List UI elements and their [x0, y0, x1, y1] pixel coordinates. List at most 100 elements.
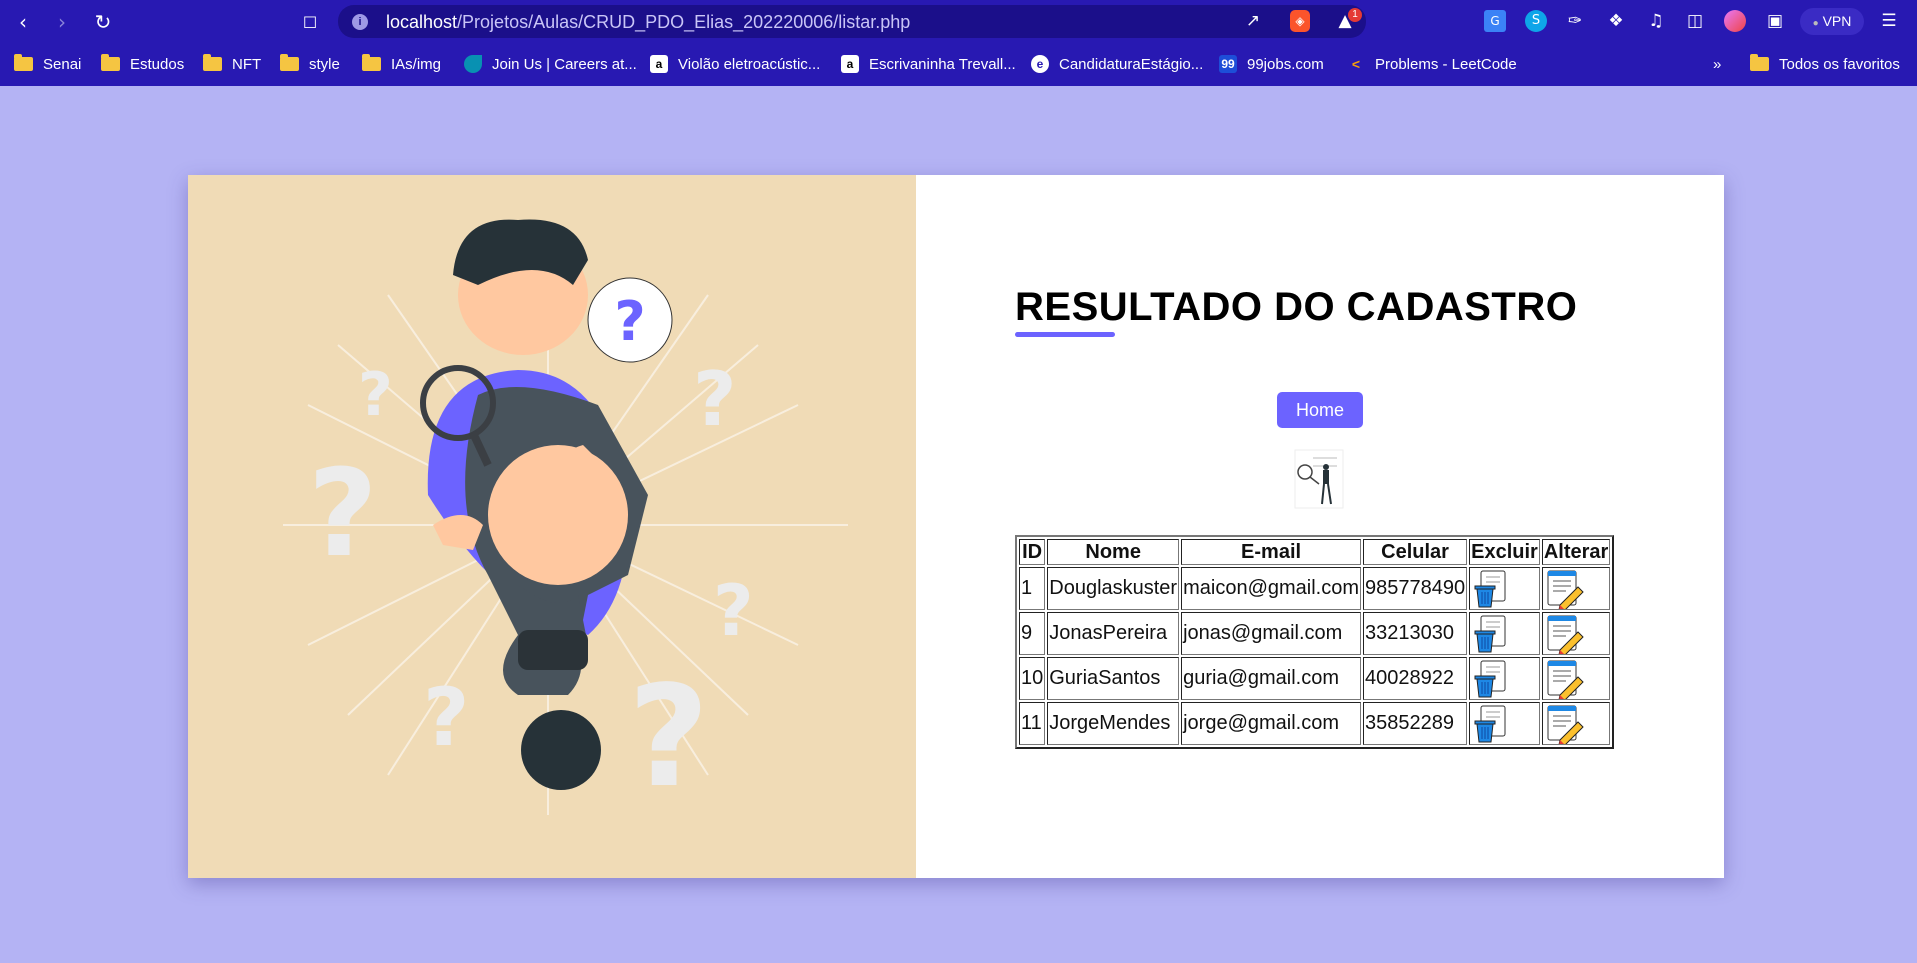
edit-cell — [1541, 567, 1611, 610]
bookmark-violao[interactable]: a Violão eletroacústic... — [650, 54, 820, 74]
edit-icon[interactable] — [1544, 569, 1586, 609]
cell-celular: 33213030 — [1363, 612, 1468, 655]
header-excluir: Excluir — [1469, 539, 1540, 565]
cell-email: jonas@gmail.com — [1181, 612, 1362, 655]
page-title: RESULTADO DO CADASTRO — [1015, 285, 1578, 329]
cell-nome: Douglaskuster — [1047, 567, 1180, 610]
bookmark-style[interactable]: style — [280, 54, 340, 74]
translate-icon[interactable]: G — [1484, 10, 1506, 32]
extensions-icon[interactable]: ❖ — [1605, 10, 1627, 32]
cell-nome: GuriaSantos — [1047, 657, 1180, 700]
cell-id: 9 — [1019, 612, 1046, 655]
bookmarks-bar: Senai Estudos NFT style IAs/img Join Us … — [0, 43, 1917, 86]
results-panel: RESULTADO DO CADASTRO Home ID Nome E-mai… — [916, 175, 1724, 878]
bookmark-ias-img[interactable]: IAs/img — [362, 54, 441, 74]
edit-icon[interactable] — [1544, 614, 1586, 654]
reload-icon[interactable]: ↻ — [89, 8, 117, 36]
cell-id: 1 — [1019, 567, 1046, 610]
svg-text:?: ? — [308, 445, 378, 584]
bookmark-leetcode[interactable]: < Problems - LeetCode — [1347, 54, 1517, 74]
results-table: ID Nome E-mail Celular Excluir Alterar 1… — [1015, 535, 1615, 749]
svg-text:?: ? — [614, 290, 645, 353]
curious-man-illustration: ? ? ? ? ? ? ? — [283, 219, 848, 819]
header-alterar: Alterar — [1541, 539, 1611, 565]
site-icon: e — [1031, 55, 1049, 73]
edit-icon[interactable] — [1544, 659, 1586, 699]
site-icon — [464, 55, 482, 73]
table-row: 9 JonasPereira jonas@gmail.com 33213030 — [1019, 612, 1611, 655]
brave-shields-icon[interactable]: ◈ — [1290, 10, 1310, 32]
table-header-row: ID Nome E-mail Celular Excluir Alterar — [1019, 539, 1611, 565]
bookmark-candidatura[interactable]: e CandidaturaEstágio... — [1031, 54, 1203, 74]
site-icon: 99 — [1219, 55, 1237, 73]
svg-text:?: ? — [693, 355, 737, 443]
delete-cell — [1469, 702, 1540, 745]
cell-id: 11 — [1019, 702, 1046, 745]
home-button[interactable]: Home — [1277, 392, 1363, 428]
profile-avatar[interactable] — [1724, 10, 1746, 32]
delete-cell — [1469, 612, 1540, 655]
cell-celular: 40028922 — [1363, 657, 1468, 700]
sidebar-icon[interactable]: ◫ — [1684, 10, 1706, 32]
title-underline — [1015, 332, 1115, 337]
delete-icon[interactable] — [1471, 704, 1513, 744]
illustration-panel: ? ? ? ? ? ? ? — [188, 175, 916, 878]
bookmark-join-us[interactable]: Join Us | Careers at... — [464, 54, 637, 74]
delete-icon[interactable] — [1471, 614, 1513, 654]
forward-arrow-icon[interactable]: › — [48, 8, 76, 36]
media-icon[interactable]: ♫ — [1645, 10, 1667, 32]
edit-cell — [1541, 612, 1611, 655]
table-row: 11 JorgeMendes jorge@gmail.com 35852289 — [1019, 702, 1611, 745]
folder-icon — [280, 54, 299, 71]
cell-nome: JorgeMendes — [1047, 702, 1180, 745]
svg-text:?: ? — [628, 656, 709, 819]
wallet-icon[interactable]: ▣ — [1764, 10, 1786, 32]
delete-cell — [1469, 657, 1540, 700]
search-illustration-thumbnail — [1294, 449, 1344, 509]
bookmark-nft[interactable]: NFT — [203, 54, 261, 74]
cell-id: 10 — [1019, 657, 1046, 700]
edit-cell — [1541, 702, 1611, 745]
address-bar[interactable]: i localhost/Projetos/Aulas/CRUD_PDO_Elia… — [338, 5, 1366, 38]
notification-badge: 1 — [1348, 8, 1362, 22]
bookmark-all-favorites[interactable]: Todos os favoritos — [1750, 54, 1900, 74]
vpn-button[interactable]: ● VPN — [1800, 8, 1864, 35]
share-icon[interactable]: ↗ — [1242, 10, 1264, 32]
edit-icon[interactable] — [1544, 704, 1586, 744]
table-row: 10 GuriaSantos guria@gmail.com 40028922 — [1019, 657, 1611, 700]
bookmark-escrivaninha[interactable]: a Escrivaninha Trevall... — [841, 54, 1016, 74]
bookmark-senai[interactable]: Senai — [14, 54, 81, 74]
delete-icon[interactable] — [1471, 569, 1513, 609]
header-id: ID — [1019, 539, 1046, 565]
cell-email: guria@gmail.com — [1181, 657, 1362, 700]
cell-celular: 985778490 — [1363, 567, 1468, 610]
eyedropper-icon[interactable]: ✑ — [1564, 10, 1586, 32]
url-text[interactable]: localhost/Projetos/Aulas/CRUD_PDO_Elias_… — [386, 12, 910, 33]
menu-icon[interactable]: ☰ — [1878, 10, 1900, 32]
folder-icon — [14, 54, 33, 71]
delete-cell — [1469, 567, 1540, 610]
folder-icon — [101, 54, 120, 71]
edit-cell — [1541, 657, 1611, 700]
folder-icon — [203, 54, 222, 71]
amazon-icon: a — [650, 55, 668, 73]
svg-text:?: ? — [358, 360, 393, 430]
cell-email: maicon@gmail.com — [1181, 567, 1362, 610]
content-card: ? ? ? ? ? ? ? RESULTADO DO CADASTRO Home… — [188, 175, 1724, 878]
amazon-icon: a — [841, 55, 859, 73]
bookmark-99jobs[interactable]: 99 99jobs.com — [1219, 54, 1324, 74]
site-info-icon[interactable]: i — [352, 14, 368, 30]
leetcode-icon: < — [1351, 56, 1361, 72]
delete-icon[interactable] — [1471, 659, 1513, 699]
bookmark-estudos[interactable]: Estudos — [101, 54, 184, 74]
bookmark-page-icon[interactable]: ☐ — [296, 8, 324, 36]
folder-icon — [362, 54, 381, 71]
more-bookmarks-button[interactable]: » — [1713, 54, 1721, 74]
header-celular: Celular — [1363, 539, 1468, 565]
browser-toolbar: ‹ › ↻ ☐ i localhost/Projetos/Aulas/CRUD_… — [0, 0, 1917, 43]
shazam-icon[interactable]: S — [1525, 10, 1547, 32]
cell-celular: 35852289 — [1363, 702, 1468, 745]
svg-text:?: ? — [423, 671, 469, 764]
table-row: 1 Douglaskuster maicon@gmail.com 9857784… — [1019, 567, 1611, 610]
back-arrow-icon[interactable]: ‹ — [9, 8, 37, 36]
